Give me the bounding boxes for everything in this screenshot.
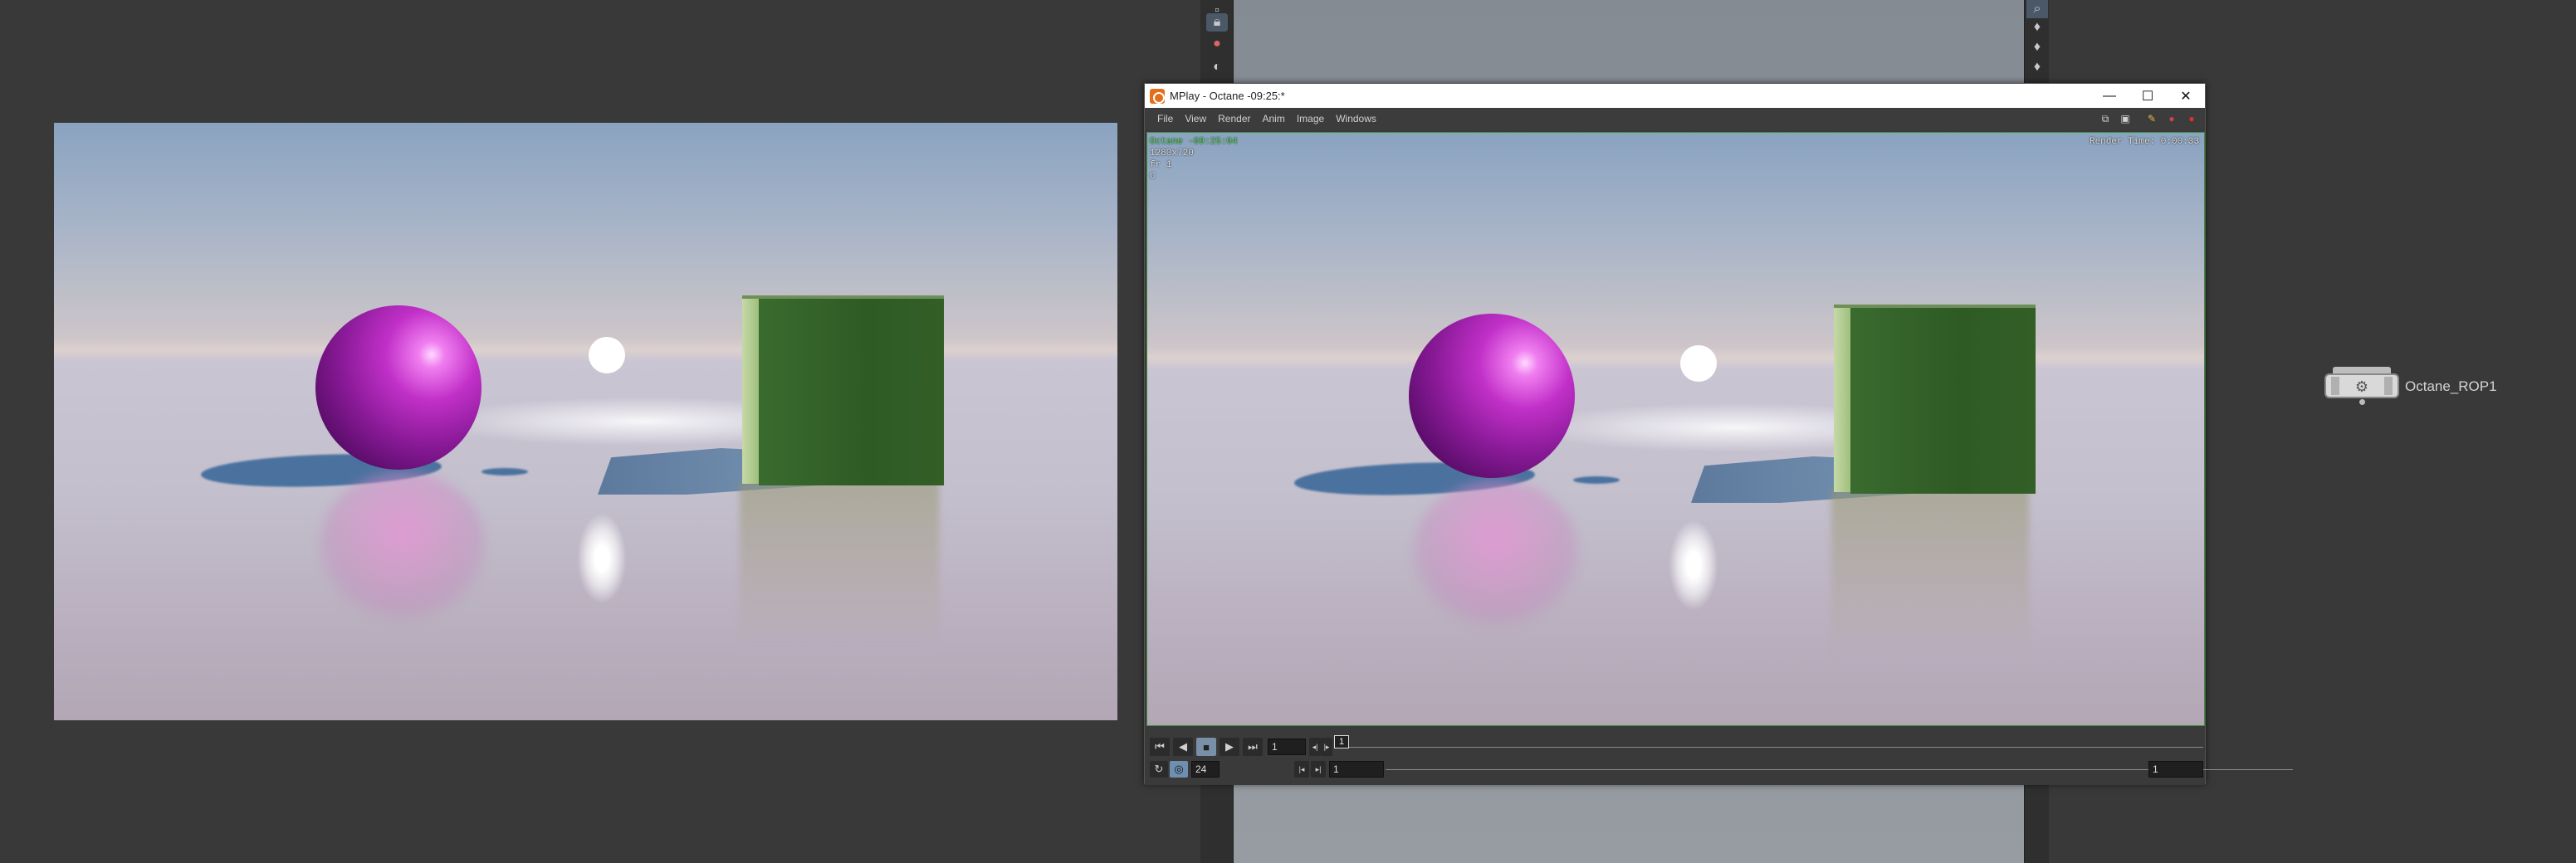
step-forward-icon[interactable]: |▸ [1321, 738, 1332, 756]
set-start-icon[interactable]: |◂ [1294, 761, 1309, 778]
playbar: ⏮ ◀ ■ ▶ ⏭ 1 ◂| |▸ 1 ↻ ◎ 24 |◂ ▸| 1 1 [1145, 728, 2293, 785]
menu-anim[interactable]: Anim [1257, 113, 1291, 124]
title-bar[interactable]: MPlay - Octane -09:25:* — ☐ ✕ [1145, 84, 2205, 108]
render-time-text: Render Time: 0:00:33 [2089, 137, 2199, 147]
end-frame-field[interactable]: 1 [2148, 761, 2203, 778]
split-view-icon[interactable]: ⧉ [2097, 111, 2114, 126]
menu-image[interactable]: Image [1291, 113, 1330, 124]
realtime-toggle-icon[interactable]: ◎ [1170, 761, 1188, 778]
houdini-app-icon [1150, 88, 1165, 104]
record-icon[interactable]: ● [2163, 111, 2180, 126]
window-title: MPlay - Octane -09:25:* [1170, 90, 1285, 102]
render-preview-image [54, 123, 1117, 720]
menu-bar: File View Render Anim Image Windows ⧉ ▣ … [1145, 108, 2205, 129]
timeline-frame-marker[interactable]: 1 [1334, 735, 1349, 748]
pick-color-icon[interactable]: ✎ [2143, 111, 2160, 126]
stop-render-icon[interactable]: ● [2183, 111, 2200, 126]
menu-render[interactable]: Render [1212, 113, 1256, 124]
menu-windows[interactable]: Windows [1330, 113, 1382, 124]
resolution-text: 1280x720 [1150, 149, 1194, 158]
node-output-connector[interactable] [2359, 399, 2365, 405]
node-flag-left[interactable] [2331, 377, 2339, 395]
step-back-icon[interactable]: ◂| [1309, 738, 1321, 756]
octane-rop-node[interactable]: ⚙ [2324, 367, 2399, 405]
loop-icon[interactable]: ↻ [1150, 761, 1168, 778]
maximize-button[interactable]: ☐ [2129, 84, 2167, 108]
frame-text: fr 1 [1150, 160, 1172, 170]
light-bulb-icon-2[interactable]: ♦ [2026, 38, 2048, 56]
stop-button[interactable]: ■ [1196, 738, 1216, 756]
channel-text: C [1150, 172, 1156, 182]
menu-view[interactable]: View [1179, 113, 1212, 124]
close-button[interactable]: ✕ [2167, 84, 2205, 108]
start-frame-field[interactable]: 1 [1329, 761, 1384, 778]
set-end-icon[interactable]: ▸| [1311, 761, 1326, 778]
node-flag-right[interactable] [2384, 377, 2393, 395]
jump-to-start-button[interactable]: ⏮ [1150, 738, 1170, 756]
image-viewer[interactable]: Octane -09:25:04 1280x720 fr 1 C Render … [1146, 132, 2205, 726]
node-tab [2333, 367, 2391, 373]
menu-file[interactable]: File [1151, 113, 1179, 124]
play-backward-button[interactable]: ◀ [1173, 738, 1193, 756]
light-bulb-icon-3[interactable]: ♦ [2026, 58, 2048, 76]
node-label: Octane_ROP1 [2405, 378, 2497, 394]
magnify-icon[interactable]: ⌕ [2026, 0, 2048, 18]
mplay-window[interactable]: MPlay - Octane -09:25:* — ☐ ✕ File View … [1144, 83, 2293, 785]
render-label: Octane -09:25:04 [1150, 137, 1238, 147]
gear-icon: ⚙ [2354, 378, 2369, 395]
play-forward-button[interactable]: ▶ [1220, 738, 1239, 756]
lock-icon[interactable]: 🔒︎ [1206, 13, 1228, 32]
fps-field[interactable]: 24 [1191, 761, 1220, 778]
snap-icon[interactable]: ◐ [1206, 58, 1228, 76]
current-frame-field[interactable]: 1 [1268, 739, 1306, 755]
light-bulb-icon[interactable]: ♦ [2026, 18, 2048, 37]
save-image-icon[interactable]: ▣ [2117, 111, 2134, 126]
minimize-button[interactable]: — [2090, 84, 2129, 108]
pin-icon[interactable]: ● [1206, 35, 1228, 53]
jump-to-end-button[interactable]: ⏭ [1243, 738, 1263, 756]
timeline-track[interactable] [1336, 747, 2203, 748]
